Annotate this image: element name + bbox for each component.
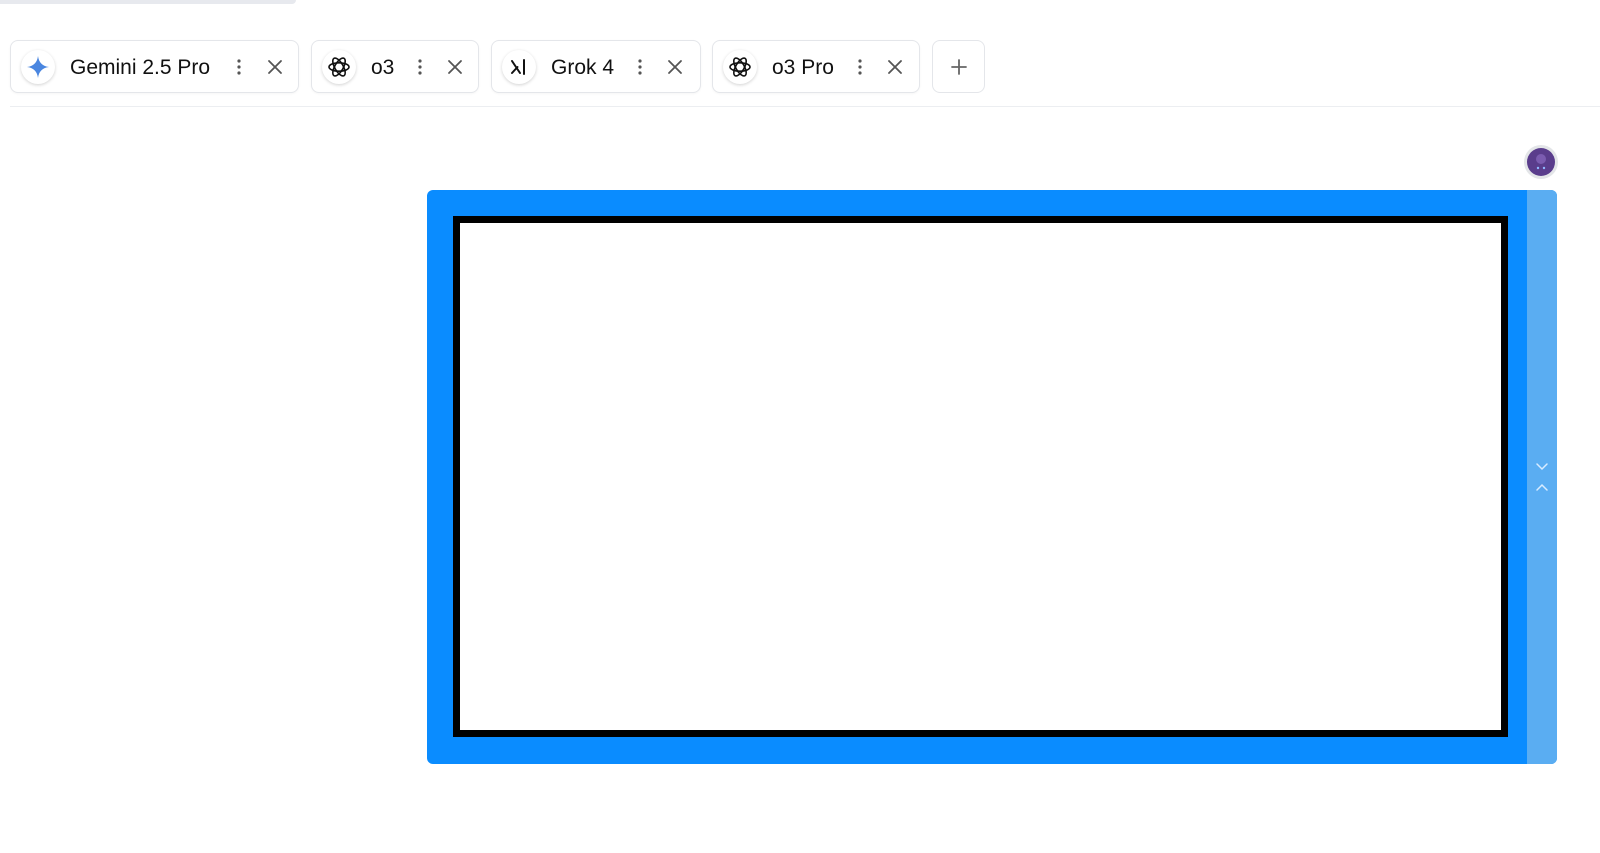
openai-logo-icon: [322, 50, 356, 84]
avatar-icon: [1527, 148, 1555, 176]
tab-menu-button[interactable]: [847, 54, 873, 80]
xai-logo-icon: [502, 50, 536, 84]
tab-menu-button[interactable]: [407, 54, 433, 80]
close-icon: [888, 60, 902, 74]
message-frame: [427, 190, 1557, 764]
vertical-dots-icon: [237, 59, 241, 75]
tab-label: Gemini 2.5 Pro: [70, 56, 211, 79]
tab-bar-divider: [10, 106, 1600, 107]
tab-label: o3: [371, 56, 395, 79]
plus-icon: [950, 58, 967, 75]
message-canvas: [453, 216, 1508, 737]
scroll-down-button[interactable]: [1534, 458, 1550, 474]
close-icon: [668, 60, 682, 74]
vertical-dots-icon: [858, 59, 862, 75]
tab-menu-button[interactable]: [226, 54, 252, 80]
tab-close-button[interactable]: [262, 54, 288, 80]
top-edge-bar: [0, 0, 296, 4]
tab-close-button[interactable]: [442, 54, 468, 80]
gemini-sparkle-icon: [21, 50, 55, 84]
tab-label: o3 Pro: [772, 56, 834, 79]
vertical-dots-icon: [418, 59, 422, 75]
chevron-up-icon: [1536, 483, 1548, 491]
vertical-dots-icon: [638, 59, 642, 75]
openai-logo-icon: [723, 50, 757, 84]
tab-o3[interactable]: o3: [311, 40, 479, 93]
close-icon: [448, 60, 462, 74]
chevron-down-icon: [1536, 463, 1548, 471]
tab-close-button[interactable]: [882, 54, 908, 80]
tab-close-button[interactable]: [662, 54, 688, 80]
user-avatar[interactable]: [1524, 145, 1558, 179]
tab-label: Grok 4: [551, 56, 615, 79]
add-tab-button[interactable]: [932, 40, 985, 93]
tab-gemini-2-5-pro[interactable]: Gemini 2.5 Pro: [10, 40, 299, 93]
tab-grok-4[interactable]: Grok 4: [491, 40, 701, 93]
tab-menu-button[interactable]: [627, 54, 653, 80]
tab-o3-pro[interactable]: o3 Pro: [712, 40, 920, 93]
scroll-up-button[interactable]: [1534, 480, 1550, 496]
scroll-rail[interactable]: [1527, 190, 1557, 764]
close-icon: [268, 60, 282, 74]
